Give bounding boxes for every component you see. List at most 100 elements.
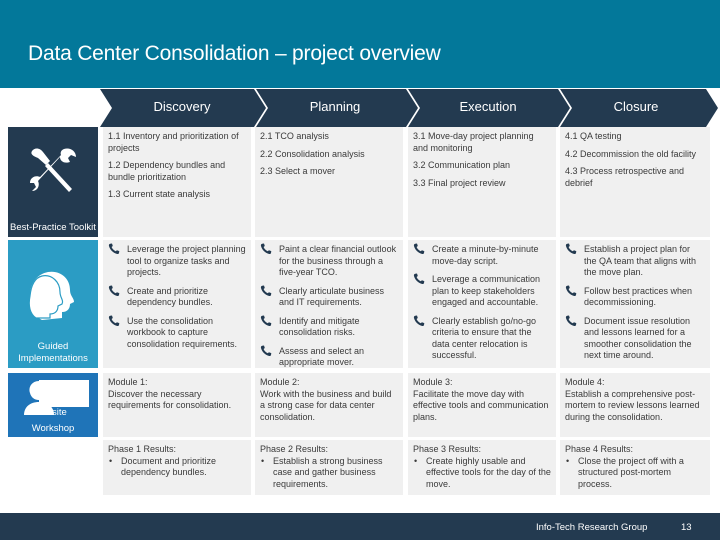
toolkit-cell-discovery: 1.1 Inventory and prioritization of proj… [103, 127, 251, 237]
toolkit-cell-planning: 2.1 TCO analysis 2.2 Consolidation analy… [255, 127, 403, 237]
toolkit-tile: Best-Practice Toolkit [8, 127, 98, 237]
toolkit-item: 2.1 TCO analysis [260, 131, 329, 141]
guided-item: Follow best practices when decommissioni… [565, 285, 705, 309]
results-text: Document and prioritize dependency bundl… [121, 455, 217, 478]
toolkit-item: 4.3 Process retrospective and debrief [565, 166, 685, 188]
module-title: Module 2: [260, 377, 300, 387]
results-title: Phase 3 Results: [413, 444, 482, 454]
guided-item: Create and prioritize dependency bundles… [108, 285, 246, 309]
guided-item-text: Establish a project plan for the QA team… [584, 244, 697, 277]
phone-icon [565, 315, 577, 326]
toolkit-item: 1.3 Current state analysis [108, 189, 211, 199]
phone-icon [260, 345, 272, 356]
guided-item-text: Leverage the project planning tool to or… [127, 244, 246, 277]
guided-item: Document issue resolution and lessons le… [565, 315, 705, 362]
guided-item-text: Paint a clear financial outlook for the … [279, 244, 397, 277]
phone-icon [108, 315, 120, 326]
toolkit-cell-execution: 3.1 Move-day project planning and monito… [408, 127, 556, 237]
guided-item-text: Clearly establish go/no-go criteria to e… [432, 315, 537, 361]
guided-item-text: Clearly articulate business and IT requi… [279, 285, 385, 308]
toolkit-item: 4.1 QA testing [565, 131, 622, 141]
toolkit-item: 2.3 Select a mover [260, 166, 336, 176]
guided-item-text: Identify and mitigate consolidation risk… [279, 315, 360, 338]
results-title: Phase 4 Results: [565, 444, 634, 454]
guided-item-text: Follow best practices when decommissioni… [584, 285, 693, 308]
module-text: Establish a comprehensive post-mortem to… [565, 388, 700, 422]
phase-label-planning: Planning [309, 99, 361, 114]
bullet-icon: • [566, 455, 570, 466]
guided-item-text: Use the consolidation workbook to captur… [127, 315, 238, 349]
phase-label-discovery: Discovery [153, 99, 211, 114]
results-cell-1: Phase 1 Results: • Document and prioritiz… [103, 440, 251, 495]
phase-label-execution: Execution [459, 99, 517, 114]
guided-item: Establish a project plan for the QA team… [565, 243, 705, 279]
module-text: Discover the necessary requirements for … [108, 388, 232, 411]
guided-item: Assess and select an appropriate mover. [260, 345, 398, 369]
bullet-icon: • [261, 455, 265, 466]
phone-icon [413, 315, 425, 326]
module-cell-2: Module 2: Work with the business and bui… [255, 373, 403, 437]
bullet-icon: • [109, 455, 113, 466]
guided-item: Create a minute-by-minute move-day scrip… [413, 243, 551, 267]
title-banner: Data Center Consolidation – project over… [0, 0, 720, 88]
guided-item-text: Create and prioritize dependency bundles… [127, 285, 213, 308]
guided-item: Clearly establish go/no-go criteria to e… [413, 315, 551, 362]
phone-icon [108, 243, 120, 255]
phone-icon [260, 243, 272, 255]
onsite-tile: site Workshop [8, 373, 98, 437]
onsite-label-line2: Workshop [31, 423, 75, 434]
toolkit-item: 2.2 Consolidation analysis [260, 148, 365, 159]
module-title: Module 3: [413, 377, 453, 387]
toolkit-item: 1.1 Inventory and prioritization of proj… [108, 131, 239, 153]
toolkit-cell-closure: 4.1 QA testing 4.2 Decommission the old … [560, 127, 710, 237]
module-cell-3: Module 3: Facilitate the move day with e… [408, 373, 556, 437]
results-title: Phase 1 Results: [108, 444, 177, 454]
guided-label: Guided Implementations [18, 341, 88, 364]
toolkit-item: 1.2 Dependency bundles and bundle priori… [108, 160, 226, 182]
page-title: Data Center Consolidation – project over… [28, 42, 441, 65]
guided-item: Leverage a communication plan to keep st… [413, 273, 551, 309]
guided-item-text: Assess and select an appropriate mover. [279, 345, 365, 368]
guided-item: Use the consolidation workbook to captur… [108, 315, 246, 351]
tools-icon [30, 148, 76, 192]
guided-cell-planning: Paint a clear financial outlook for the … [255, 240, 403, 368]
onsite-label-line1: site [52, 407, 67, 418]
guided-item: Leverage the project planning tool to or… [108, 243, 246, 279]
footer-org: Info-Tech Research Group [536, 522, 648, 533]
module-cell-4: Module 4: Establish a comprehensive post… [560, 373, 710, 437]
toolkit-item: 3.1 Move-day project planning and monito… [413, 131, 534, 153]
toolkit-item: 3.2 Communication plan [413, 160, 511, 170]
guided-item-text: Create a minute-by-minute move-day scrip… [432, 244, 539, 266]
phone-icon [413, 273, 425, 285]
phone-icon [108, 285, 120, 296]
results-text: Establish a strong business case and gat… [273, 455, 383, 489]
toolkit-label: Best-Practice Toolkit [10, 222, 96, 233]
page-number: 13 [681, 522, 692, 533]
phone-icon [260, 315, 272, 326]
phase-chevrons: Discovery Planning Execution Closure [0, 89, 720, 127]
guided-item: Identify and mitigate consolidation risk… [260, 315, 398, 339]
results-cell-2: Phase 2 Results: • Establish a strong bus… [255, 440, 403, 495]
guided-cell-discovery: Leverage the project planning tool to or… [103, 240, 251, 368]
results-item: • Close the project off with a structured… [565, 456, 705, 491]
results-cell-4: Phase 4 Results: • Close the project off … [560, 440, 710, 495]
toolkit-item: 3.3 Final project review [413, 177, 506, 188]
bullet-icon: • [414, 455, 418, 466]
module-text: Work with the business and build a stron… [260, 388, 392, 422]
phone-icon [260, 285, 272, 296]
guided-item: Clearly articulate business and IT requi… [260, 285, 398, 309]
phone-heads-icon [28, 271, 74, 320]
results-title: Phase 2 Results: [260, 444, 329, 454]
results-item: • Establish a strong business case and ga… [260, 456, 398, 491]
guided-item: Paint a clear financial outlook for the … [260, 243, 398, 279]
guided-cell-execution: Create a minute-by-minute move-day scrip… [408, 240, 556, 368]
footer-bar: Info-Tech Research Group 13 [0, 513, 720, 540]
phone-icon [565, 243, 577, 255]
results-cell-3: Phase 3 Results: • Create highly usable a… [408, 440, 556, 495]
phase-label-closure: Closure [613, 99, 659, 114]
module-title: Module 4: [565, 377, 605, 387]
guided-item-text: Document issue resolution and lessons le… [584, 315, 692, 361]
results-item: • Create highly usable and effective tool… [413, 456, 551, 491]
guided-item-text: Leverage a communication plan to keep st… [432, 274, 541, 307]
toolkit-item: 4.2 Decommission the old facility [565, 148, 697, 159]
